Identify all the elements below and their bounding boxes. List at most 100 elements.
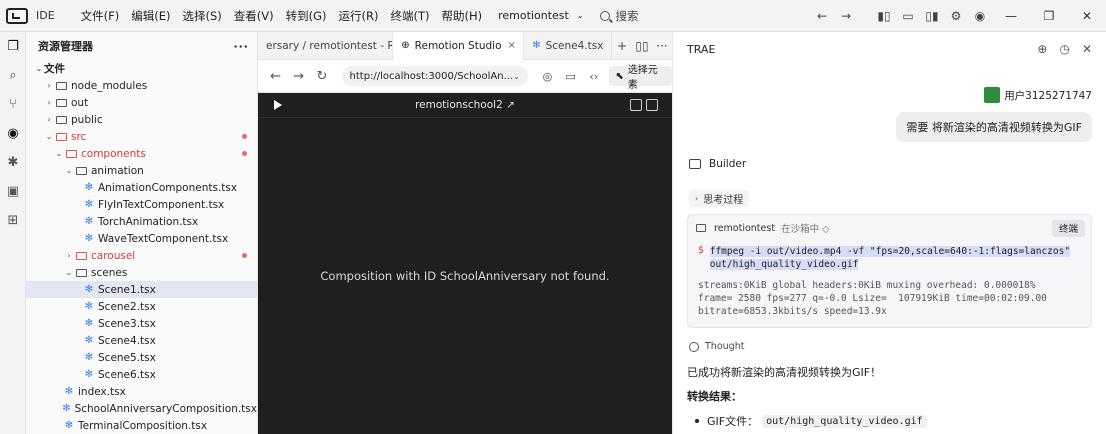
- forward-arrow-icon[interactable]: →: [287, 69, 310, 84]
- explorer-header: 资源管理器 ···: [26, 32, 257, 60]
- account-icon[interactable]: ◉: [968, 0, 992, 32]
- settings-gear-icon[interactable]: ⚙: [944, 0, 968, 32]
- preview-title[interactable]: remotionschool2 ↗: [258, 99, 672, 111]
- file-item[interactable]: ✻ Scene3.tsx: [26, 315, 257, 332]
- tab-scene4[interactable]: ✻ Scene4.tsx: [524, 31, 612, 60]
- file-item[interactable]: ✻ FlyInTextComponent.tsx: [26, 196, 257, 213]
- file-item[interactable]: ✻ Scene2.tsx: [26, 298, 257, 315]
- search-files-icon[interactable]: ⌕: [0, 61, 26, 90]
- folder-item[interactable]: › public: [26, 111, 257, 128]
- folder-icon: [56, 98, 67, 107]
- minimize-button[interactable]: —: [992, 0, 1030, 32]
- file-item[interactable]: ✻ AnimationComponents.tsx: [26, 179, 257, 196]
- left-panel-icon[interactable]: [630, 99, 642, 111]
- open-terminal-button[interactable]: 终端: [1051, 219, 1085, 237]
- preview-area: remotionschool2 ↗ Composition with ID Sc…: [258, 93, 672, 434]
- split-editor-icon[interactable]: ▯▯: [632, 39, 652, 53]
- file-item[interactable]: ✻ Scene6.tsx: [26, 366, 257, 383]
- url-bar[interactable]: http://localhost:3000/SchoolAn... ⌄: [341, 66, 528, 86]
- back-arrow-icon[interactable]: ←: [810, 0, 834, 32]
- toggle-panel-icon[interactable]: ▭: [896, 0, 920, 32]
- success-message: 已成功将新渲染的高清视频转换为GIF！: [687, 366, 882, 379]
- toggle-sidebar-icon[interactable]: ▮▯: [872, 0, 896, 32]
- file-item[interactable]: ✻ Scene5.tsx: [26, 349, 257, 366]
- tab-remotion-studio[interactable]: ⊕ Remotion Studio ×: [393, 31, 525, 60]
- tree-item-label: Scene5.tsx: [98, 351, 156, 364]
- folder-item[interactable]: › carousel: [26, 247, 257, 264]
- file-item[interactable]: ✻ Scene1.tsx: [26, 281, 257, 298]
- select-element-button[interactable]: ⬉ 选择元素: [609, 65, 672, 91]
- remote-explorer-icon[interactable]: ▣: [0, 177, 26, 206]
- tree-item-label: TorchAnimation.tsx: [98, 215, 199, 228]
- bullet-dot: [695, 419, 699, 423]
- more-actions-icon[interactable]: ···: [652, 39, 672, 53]
- file-item[interactable]: ✻ SchoolAnniversaryComposition.tsx: [26, 400, 257, 417]
- file-item[interactable]: ✻ index.tsx: [26, 383, 257, 400]
- tree-item-label: scenes: [91, 266, 128, 279]
- new-tab-icon[interactable]: +: [612, 39, 632, 53]
- chat-header-icons: ⊕ ◷ ✕: [1037, 42, 1092, 56]
- file-item[interactable]: ✻ Scene4.tsx: [26, 332, 257, 349]
- builder-text: Builder: [709, 158, 747, 170]
- tab-label: Scene4.tsx: [545, 39, 604, 52]
- debug-icon[interactable]: ✱: [0, 148, 26, 177]
- menu-run[interactable]: 运行(R): [333, 8, 385, 24]
- preview-eye-icon[interactable]: ◉: [0, 119, 26, 148]
- folder-item[interactable]: › out: [26, 94, 257, 111]
- close-window-button[interactable]: ✕: [1068, 0, 1106, 32]
- react-file-icon: ✻: [84, 335, 94, 346]
- toggle-secondary-sidebar-icon[interactable]: ▯▮: [920, 0, 944, 32]
- thinking-toggle[interactable]: › 思考过程: [689, 190, 750, 207]
- close-tab-icon[interactable]: ×: [508, 40, 516, 51]
- close-icon[interactable]: ✕: [1082, 42, 1092, 56]
- file-item[interactable]: ✻ TorchAnimation.tsx: [26, 213, 257, 230]
- chevron-right-icon: ›: [695, 194, 699, 203]
- back-arrow-icon[interactable]: ←: [264, 69, 287, 84]
- chevron-down-icon: ⌄: [55, 149, 63, 158]
- titlebar-controls: ← → ▮▯ ▭ ▯▮ ⚙ ◉ — ❐ ✕: [810, 0, 1106, 32]
- extensions-icon[interactable]: ⊞: [0, 206, 26, 235]
- tree-item-label: index.tsx: [78, 385, 126, 398]
- react-file-icon: ✻: [84, 352, 94, 363]
- tab-remotion-page[interactable]: ersary / remotiontest - R...: [258, 31, 394, 60]
- maximize-button[interactable]: ❐: [1030, 0, 1068, 32]
- reload-icon[interactable]: ↻: [310, 69, 333, 84]
- chevron-right-icon: ›: [67, 251, 71, 260]
- menu-file[interactable]: 文件(F): [75, 8, 126, 24]
- sandbox-status[interactable]: 在沙箱中 ◇: [781, 221, 829, 235]
- folder-item[interactable]: ⌄ scenes: [26, 264, 257, 281]
- project-selector[interactable]: remotiontest ⌄: [498, 9, 583, 22]
- folder-item[interactable]: ⌄ components: [26, 145, 257, 162]
- device-icon[interactable]: ▭: [559, 70, 582, 83]
- folder-item[interactable]: ⌄ src: [26, 128, 257, 145]
- target-icon[interactable]: ◎: [536, 70, 559, 83]
- code-icon[interactable]: ‹›: [582, 70, 605, 83]
- forward-arrow-icon[interactable]: →: [834, 0, 858, 32]
- menu-goto[interactable]: 转到(G): [280, 8, 333, 24]
- menu-edit[interactable]: 编辑(E): [125, 8, 176, 24]
- right-panel-icon[interactable]: [646, 99, 658, 111]
- menu-help[interactable]: 帮助(H): [436, 8, 489, 24]
- url-text: http://localhost:3000/SchoolAn...: [349, 70, 514, 82]
- tab-label: Remotion Studio: [414, 39, 502, 52]
- explorer-files-icon[interactable]: ❐: [0, 32, 26, 61]
- menu-select[interactable]: 选择(S): [177, 8, 228, 24]
- folder-item[interactable]: › node_modules: [26, 77, 257, 94]
- menu-view[interactable]: 查看(V): [228, 8, 280, 24]
- thought-toggle[interactable]: Thought: [689, 341, 744, 352]
- gif-path: out/high_quality_video.gif: [762, 414, 927, 428]
- prompt-symbol: $: [698, 245, 704, 256]
- search-box[interactable]: 搜索: [599, 8, 639, 24]
- new-chat-icon[interactable]: ⊕: [1037, 42, 1047, 56]
- chevron-down-icon: ⌄: [65, 268, 73, 277]
- file-item[interactable]: ✻ TerminalComposition.tsx: [26, 417, 257, 434]
- folder-item[interactable]: ⌄ animation: [26, 162, 257, 179]
- chevron-right-icon: ›: [47, 115, 51, 124]
- history-icon[interactable]: ◷: [1059, 42, 1069, 56]
- file-item[interactable]: ✻ WaveTextComponent.tsx: [26, 230, 257, 247]
- menu-terminal[interactable]: 终端(T): [385, 8, 436, 24]
- folder-icon: [76, 268, 87, 277]
- folder-item[interactable]: ⌄ 文件: [26, 60, 257, 77]
- source-control-icon[interactable]: ⑂: [0, 90, 26, 119]
- more-actions-icon[interactable]: ···: [233, 40, 249, 53]
